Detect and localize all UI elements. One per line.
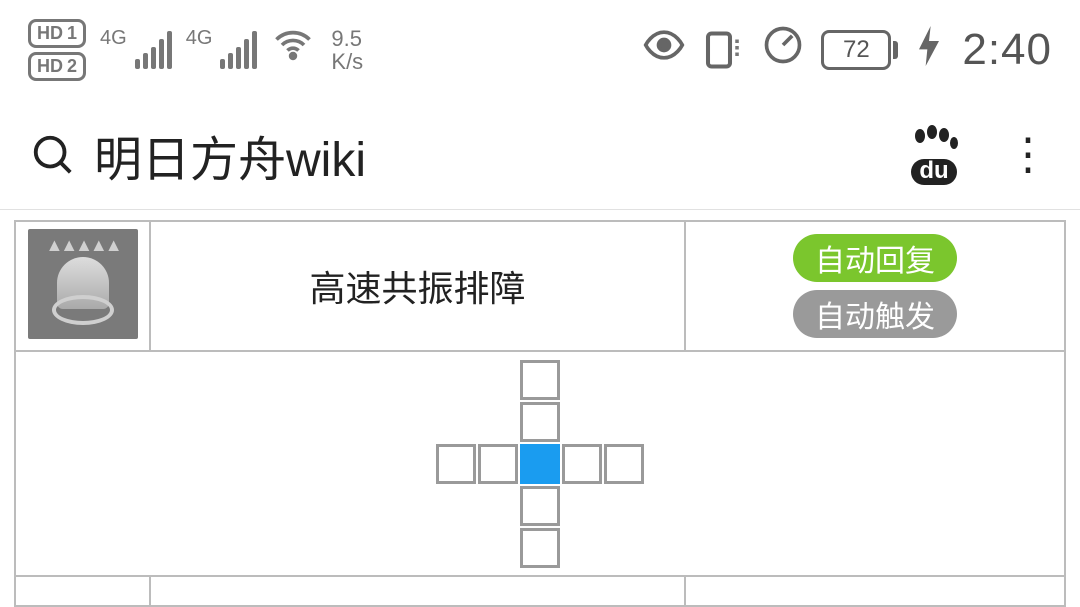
- signal-bars-icon: [135, 31, 172, 69]
- signal-2-label: 4G: [186, 27, 213, 50]
- range-cell: [436, 486, 476, 526]
- skill-icon-cell[interactable]: [15, 221, 150, 351]
- status-left: HD 1 HD 2 4G 4G 9.5 K/s: [28, 19, 363, 81]
- skill-header-row: 高速共振排障 自动回复 自动触发: [15, 221, 1065, 351]
- range-cell: [436, 402, 476, 442]
- speed-value: 9.5: [331, 27, 363, 50]
- battery-icon: 72: [821, 30, 898, 70]
- signal-2: 4G: [186, 31, 258, 69]
- skill-range-row: [15, 351, 1065, 576]
- browser-toolbar: 明日方舟wiki du ⋮: [0, 100, 1080, 210]
- network-speed: 9.5 K/s: [331, 27, 363, 73]
- range-cell: [520, 402, 560, 442]
- signal-bars-icon: [220, 31, 257, 69]
- wifi-icon: [271, 23, 315, 77]
- skill-table: 高速共振排障 自动回复 自动触发: [14, 220, 1066, 607]
- skill-range-cell[interactable]: [15, 351, 1065, 576]
- range-cell: [604, 360, 644, 400]
- range-cell: [562, 444, 602, 484]
- range-cell: [478, 360, 518, 400]
- range-cell: [562, 486, 602, 526]
- skill-thumbnail: [28, 229, 138, 339]
- range-cell: [436, 360, 476, 400]
- hd2-badge: HD 2: [28, 52, 86, 81]
- clock: 2:40: [962, 25, 1052, 75]
- signal-1-label: 4G: [100, 27, 127, 50]
- recovery-tag: 自动回复: [793, 234, 957, 282]
- range-cell: [520, 444, 560, 484]
- footer-cell-3[interactable]: [685, 576, 1065, 606]
- range-cell: [520, 528, 560, 568]
- hd-indicators: HD 1 HD 2: [28, 19, 86, 81]
- range-cell: [478, 528, 518, 568]
- search-icon[interactable]: [30, 132, 76, 178]
- battery-level: 72: [843, 36, 870, 64]
- range-cell: [478, 486, 518, 526]
- eye-care-icon: [642, 23, 686, 77]
- skill-name-cell[interactable]: 高速共振排障: [150, 221, 685, 351]
- skill-name: 高速共振排障: [309, 268, 525, 309]
- footer-cell-2[interactable]: [150, 576, 685, 606]
- page-content[interactable]: 高速共振排障 自动回复 自动触发: [0, 210, 1080, 607]
- range-cell: [520, 486, 560, 526]
- footer-cell-1[interactable]: [15, 576, 150, 606]
- hd1-badge: HD 1: [28, 19, 86, 48]
- range-cell: [604, 402, 644, 442]
- skill-tags-cell[interactable]: 自动回复 自动触发: [685, 221, 1065, 351]
- performance-icon: [761, 23, 805, 77]
- status-bar: HD 1 HD 2 4G 4G 9.5 K/s ⠇: [0, 0, 1080, 100]
- range-cell: [562, 528, 602, 568]
- menu-icon[interactable]: ⋮: [1006, 129, 1050, 180]
- range-cell: [562, 402, 602, 442]
- range-cell: [520, 360, 560, 400]
- range-cell: [436, 444, 476, 484]
- signal-1: 4G: [100, 31, 172, 69]
- range-cell: [604, 528, 644, 568]
- status-right: ⠇ 72 2:40: [642, 23, 1052, 77]
- range-cell: [478, 402, 518, 442]
- trigger-tag: 自动触发: [793, 290, 957, 338]
- speed-unit: K/s: [331, 50, 363, 73]
- range-cell: [604, 486, 644, 526]
- range-cell: [436, 528, 476, 568]
- range-cell: [562, 360, 602, 400]
- baidu-label: du: [911, 159, 956, 185]
- baidu-icon[interactable]: du: [910, 124, 958, 185]
- range-cell: [604, 444, 644, 484]
- search-query[interactable]: 明日方舟wiki: [94, 120, 366, 190]
- range-cell: [478, 444, 518, 484]
- vibrate-icon: ⠇: [702, 28, 746, 72]
- attack-range-grid: [436, 360, 644, 568]
- charging-icon: [918, 26, 940, 74]
- skill-footer-row: [15, 576, 1065, 606]
